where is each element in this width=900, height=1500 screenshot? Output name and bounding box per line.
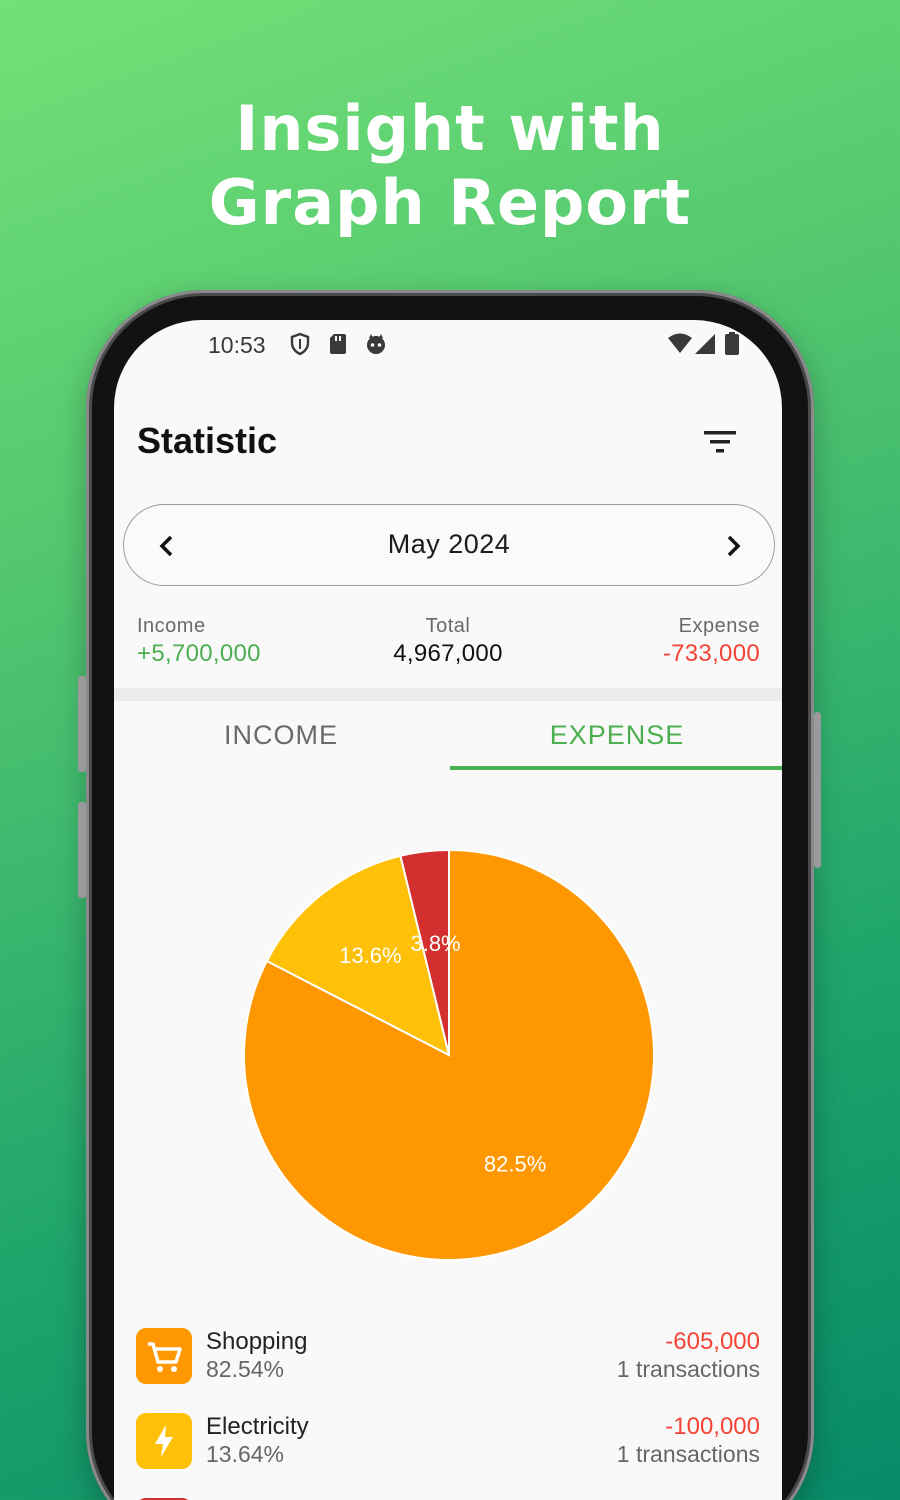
expense-label: Expense — [678, 615, 760, 637]
tab-indicator — [450, 766, 782, 770]
category-row-partial[interactable] — [114, 1490, 782, 1500]
cart-icon — [136, 1328, 192, 1384]
category-amount: -605,000 — [665, 1328, 760, 1355]
pie-label-1: 13.6% — [339, 943, 401, 968]
promo-headline: Insight with Graph Report — [0, 92, 900, 240]
headline-line-2: Graph Report — [208, 166, 692, 239]
category-name: Electricity — [206, 1413, 309, 1440]
status-bar: 10:53 — [114, 320, 782, 370]
month-picker: May 2024 — [123, 504, 775, 586]
cat-face-icon — [367, 334, 385, 354]
category-name: Shopping — [206, 1328, 308, 1355]
category-percent: 13.64% — [206, 1441, 285, 1467]
shield-icon — [290, 332, 310, 356]
page-title: Statistic — [137, 420, 278, 461]
filter-icon[interactable] — [700, 424, 740, 460]
month-label: May 2024 — [387, 529, 511, 559]
category-row-electricity[interactable]: Electricity 13.64% -100,000 1 transactio… — [114, 1405, 782, 1485]
category-transactions: 1 transactions — [616, 1356, 760, 1382]
tab-expense[interactable]: EXPENSE — [450, 720, 782, 751]
wifi-icon — [668, 333, 692, 353]
category-transactions: 1 transactions — [616, 1441, 760, 1467]
category-row-shopping[interactable]: Shopping 82.54% -605,000 1 transactions — [114, 1320, 782, 1400]
lightning-icon — [136, 1413, 192, 1469]
status-time: 10:53 — [208, 332, 266, 358]
app-screen: 10:53 Statistic May 2024 Income +5,700,0… — [114, 320, 782, 1500]
expense-pie-chart: 82.5% 13.6% 3.8% — [243, 848, 655, 1261]
sd-card-icon — [330, 334, 346, 354]
pie-label-2: 3.8% — [410, 931, 460, 956]
tab-income[interactable]: INCOME — [114, 720, 448, 751]
volume-up-button — [78, 676, 86, 772]
section-divider — [114, 688, 782, 701]
volume-down-button — [78, 802, 86, 898]
pie-label-0: 82.5% — [484, 1152, 546, 1177]
signal-icon — [695, 334, 715, 354]
chevron-right-icon[interactable] — [716, 529, 750, 563]
power-button — [814, 712, 821, 868]
headline-line-1: Insight with — [235, 92, 665, 165]
category-amount: -100,000 — [665, 1413, 760, 1440]
category-percent: 82.54% — [206, 1356, 285, 1382]
expense-value: -733,000 — [662, 640, 760, 667]
battery-icon — [725, 332, 739, 355]
